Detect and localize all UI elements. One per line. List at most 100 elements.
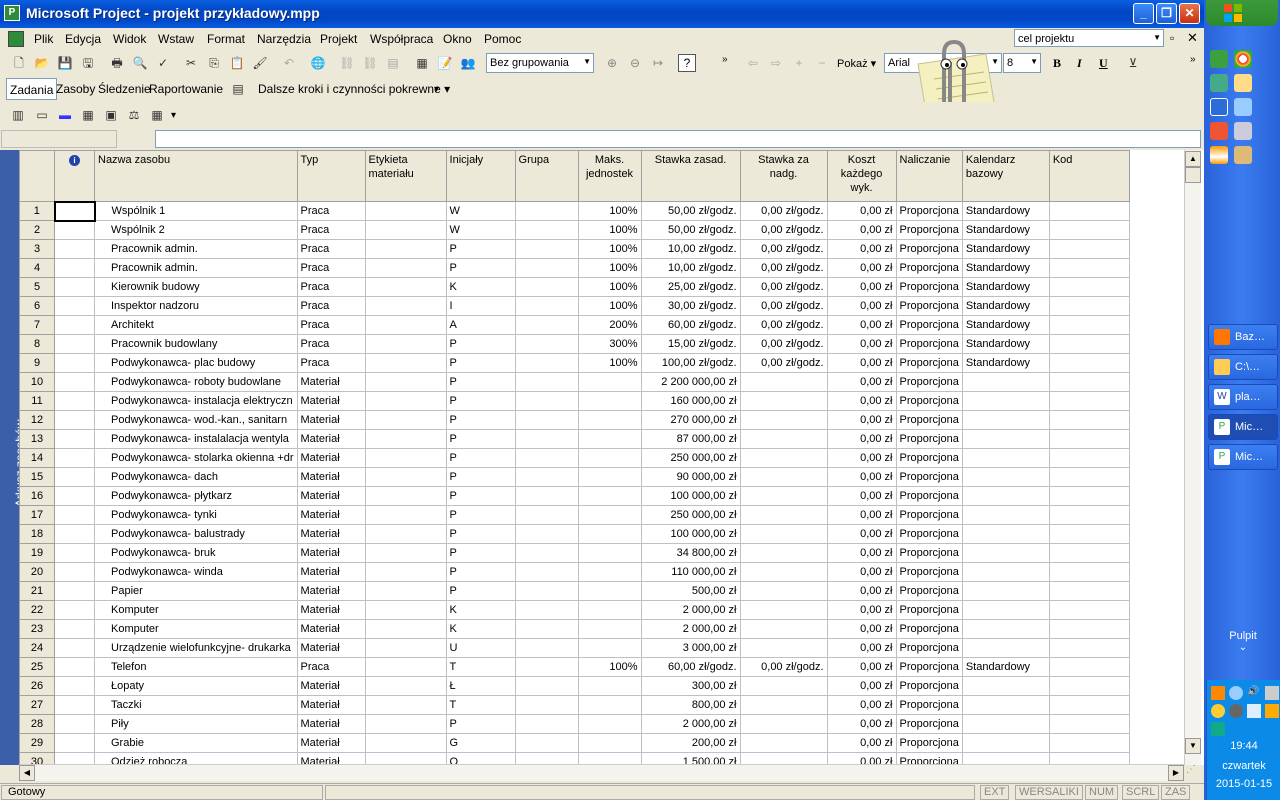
initials-cell[interactable]: A (445, 315, 516, 335)
material-label-cell[interactable] (364, 429, 447, 449)
name-cell[interactable]: Podwykonawca- plac budowy (94, 353, 298, 373)
name-cell[interactable]: Taczki (94, 695, 298, 715)
cost-per-use-cell[interactable]: 0,00 zł (826, 505, 897, 525)
name-cell[interactable]: Podwykonawca- tynki (94, 505, 298, 525)
type-cell[interactable]: Praca (296, 353, 366, 373)
material-label-cell[interactable] (364, 695, 447, 715)
ovt-rate-cell[interactable]: 0,00 zł/godz. (739, 353, 828, 373)
table-row[interactable]: 11 Podwykonawca- instalacja elektryczn Mat… (19, 391, 1130, 411)
task-info-icon[interactable]: ▦ (413, 54, 431, 72)
chevron-down-icon[interactable]: ▼ (583, 57, 591, 66)
table-row[interactable]: 7 Architekt Praca A 200% 60,00 zł/godz. 0,00 z… (19, 315, 1130, 335)
name-cell[interactable]: Inspektor nadzoru (94, 296, 298, 316)
unlink-tasks-icon[interactable]: ⛓ (361, 54, 379, 72)
indicator-cell[interactable] (54, 220, 95, 240)
tray-icon-2[interactable] (1211, 704, 1225, 718)
std-rate-cell[interactable]: 500,00 zł (640, 581, 741, 601)
type-cell[interactable]: Materiał (296, 600, 366, 620)
std-rate-cell[interactable]: 100 000,00 zł (640, 486, 741, 506)
max-units-cell[interactable] (577, 467, 642, 487)
accrue-cell[interactable]: Proporcjona (895, 733, 963, 753)
material-label-cell[interactable] (364, 334, 447, 354)
cost-per-use-cell[interactable]: 0,00 zł (826, 714, 897, 734)
group-cell[interactable] (514, 524, 579, 544)
accrue-cell[interactable]: Proporcjona (895, 391, 963, 411)
col-header-max-units[interactable]: Maks. jednostek (577, 150, 642, 202)
table-row[interactable]: 14 Podwykonawca- stolarka okienna +dr Mate… (19, 448, 1130, 468)
max-units-cell[interactable] (577, 505, 642, 525)
info-column-header[interactable]: i (54, 150, 95, 202)
code-cell[interactable] (1048, 277, 1130, 297)
group-cell[interactable] (514, 220, 579, 240)
menu-pomoc[interactable]: Pomoc (484, 32, 521, 46)
table-row[interactable]: 20 Podwykonawca- winda Materiał P 110 000,00… (19, 562, 1130, 582)
initials-cell[interactable]: T (445, 657, 516, 677)
cost-per-use-cell[interactable]: 0,00 zł (826, 600, 897, 620)
indicator-cell[interactable] (54, 315, 95, 335)
base-calendar-cell[interactable] (961, 486, 1050, 506)
chevron-down-icon[interactable]: ▼ (1030, 57, 1038, 66)
group-cell[interactable] (514, 695, 579, 715)
code-cell[interactable] (1048, 220, 1130, 240)
select-all-cell[interactable] (19, 150, 55, 202)
code-cell[interactable] (1048, 695, 1130, 715)
cost-per-use-cell[interactable]: 0,00 zł (826, 562, 897, 582)
max-units-cell[interactable]: 100% (577, 657, 642, 677)
std-rate-cell[interactable]: 30,00 zł/godz. (640, 296, 741, 316)
material-label-cell[interactable] (364, 372, 447, 392)
table-row[interactable]: 15 Podwykonawca- dach Materiał P 90 000,00 z… (19, 467, 1130, 487)
group-cell[interactable] (514, 714, 579, 734)
help-question-box[interactable]: cel projektu ▼ (1014, 29, 1164, 47)
accrue-cell[interactable]: Proporcjona (895, 448, 963, 468)
max-units-cell[interactable] (577, 619, 642, 639)
code-cell[interactable] (1048, 258, 1130, 278)
desktop-toolbar[interactable]: Pulpit ⌄ (1206, 630, 1280, 653)
max-units-cell[interactable] (577, 562, 642, 582)
view-resource-form-icon[interactable]: ▬ (56, 106, 74, 124)
initials-cell[interactable]: P (445, 429, 516, 449)
row-number[interactable]: 14 (19, 448, 55, 468)
material-label-cell[interactable] (364, 315, 447, 335)
print-icon[interactable]: 🖶 (108, 54, 126, 72)
taskbar-button-project-2[interactable]: P Mic… (1208, 444, 1278, 470)
max-units-cell[interactable] (577, 410, 642, 430)
base-calendar-cell[interactable]: Standardowy (961, 353, 1050, 373)
indicator-cell[interactable] (54, 581, 95, 601)
format-painter-icon[interactable]: 🖌 (251, 54, 269, 72)
ovt-rate-cell[interactable]: 0,00 zł/godz. (739, 277, 828, 297)
menu-okno[interactable]: Okno (443, 32, 472, 46)
max-units-cell[interactable] (577, 733, 642, 753)
group-cell[interactable] (514, 391, 579, 411)
indicator-cell[interactable] (54, 467, 95, 487)
group-cell[interactable] (514, 372, 579, 392)
indicator-cell[interactable] (54, 277, 95, 297)
close-button[interactable]: ✕ (1179, 3, 1200, 24)
next-steps-dropdown[interactable]: Dalsze kroki i czynności pokrewne ▾ (258, 82, 450, 96)
name-cell[interactable]: Podwykonawca- płytkarz (94, 486, 298, 506)
std-rate-cell[interactable]: 10,00 zł/godz. (640, 239, 741, 259)
base-calendar-cell[interactable] (961, 581, 1050, 601)
initials-cell[interactable]: I (445, 296, 516, 316)
ovt-rate-cell[interactable] (739, 467, 828, 487)
cost-per-use-cell[interactable]: 0,00 zł (826, 296, 897, 316)
accrue-cell[interactable]: Proporcjona (895, 524, 963, 544)
base-calendar-cell[interactable] (961, 467, 1050, 487)
filter-icon[interactable]: ⊻ (1124, 54, 1142, 72)
material-label-cell[interactable] (364, 239, 447, 259)
col-header-accrue[interactable]: Naliczanie (895, 150, 963, 202)
base-calendar-cell[interactable] (961, 429, 1050, 449)
help-icon[interactable]: ? (678, 54, 696, 72)
max-units-cell[interactable]: 100% (577, 220, 642, 240)
cost-per-use-cell[interactable]: 0,00 zł (826, 258, 897, 278)
code-cell[interactable] (1048, 315, 1130, 335)
initials-cell[interactable]: P (445, 239, 516, 259)
ovt-rate-cell[interactable]: 0,00 zł/godz. (739, 201, 828, 221)
type-cell[interactable]: Praca (296, 315, 366, 335)
link-tasks-icon[interactable]: ⛓ (338, 54, 356, 72)
group-cell[interactable] (514, 543, 579, 563)
material-label-cell[interactable] (364, 562, 447, 582)
name-cell[interactable]: Pracownik admin. (94, 239, 298, 259)
grouping-select[interactable]: Bez grupowania ▼ (486, 53, 594, 73)
indicator-cell[interactable] (54, 410, 95, 430)
name-cell[interactable]: Wspólnik 2 (94, 220, 298, 240)
